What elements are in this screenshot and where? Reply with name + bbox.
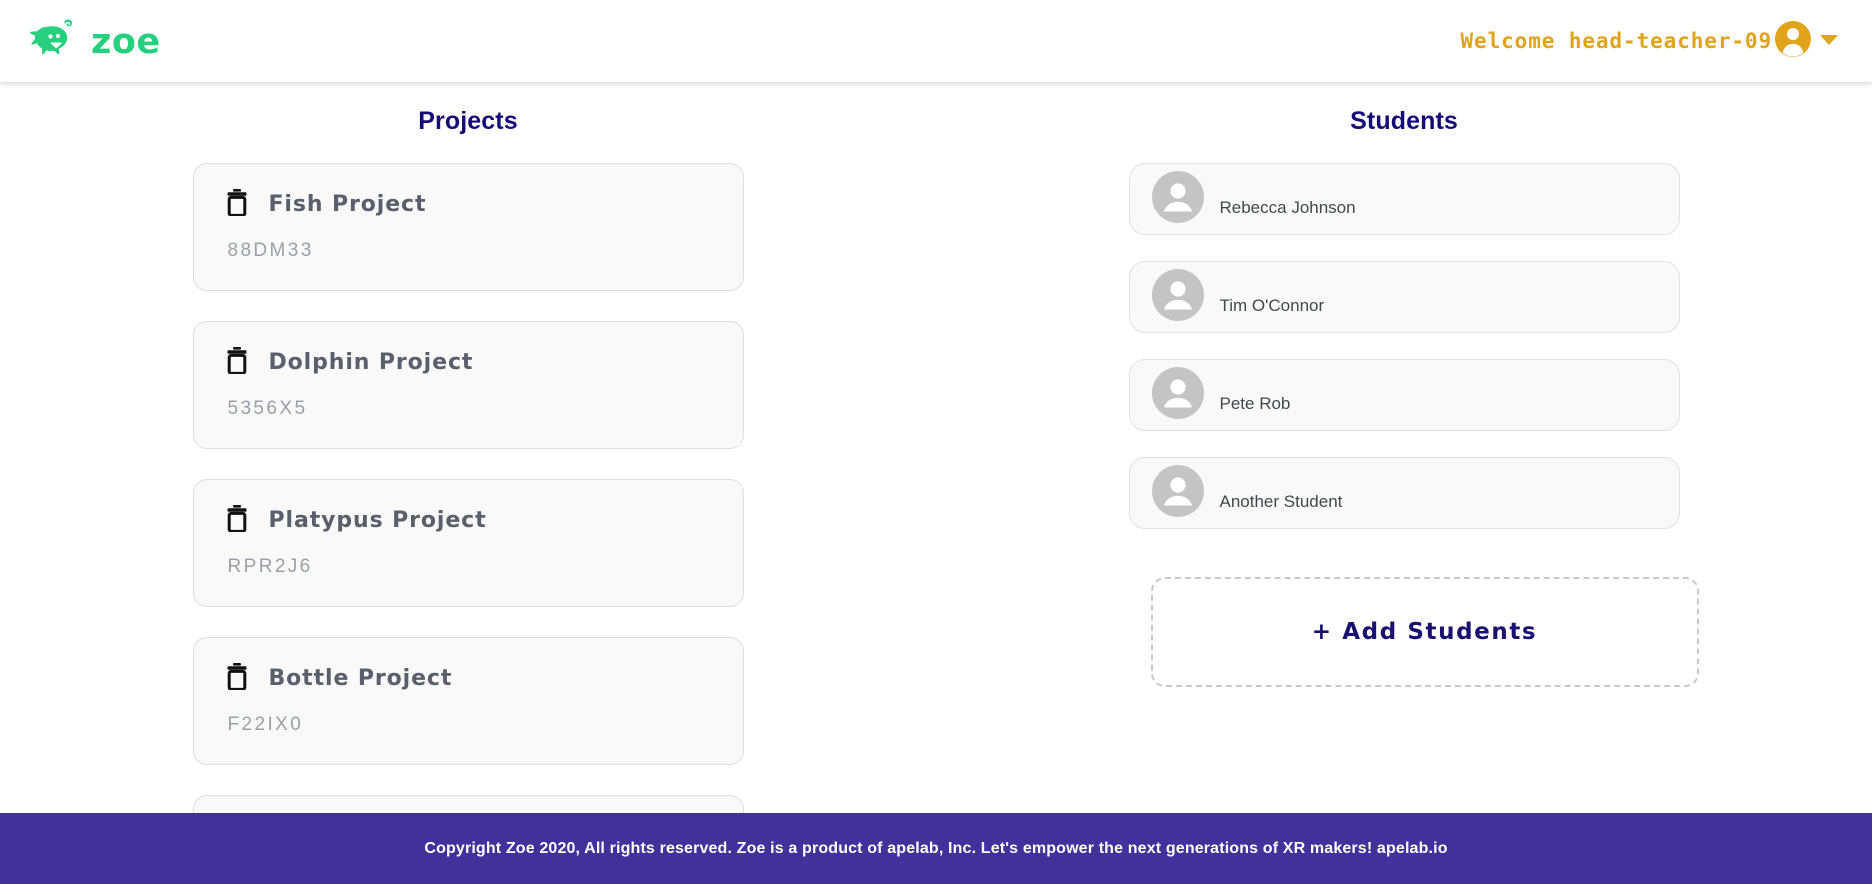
student-name: Another Student xyxy=(1219,492,1343,511)
project-code: RPR2J6 xyxy=(227,556,313,577)
project-card[interactable]: Bottle Project F22IX0 xyxy=(192,637,744,765)
project-header-row: Fish Project xyxy=(226,189,743,221)
app-header: zoe Welcome head-teacher-09 xyxy=(0,0,1872,83)
student-card[interactable]: Rebecca Johnson xyxy=(1128,163,1680,235)
user-avatar-icon xyxy=(1151,170,1204,228)
student-name: Pete Rob xyxy=(1219,394,1291,413)
students-column: Students Rebecca Johnson Tim O'Connor Pe… xyxy=(936,83,1872,813)
student-name: Rebecca Johnson xyxy=(1219,198,1356,217)
project-name: Bottle Project xyxy=(268,666,453,691)
project-card[interactable]: Fish Project 88DM33 xyxy=(192,163,744,291)
main-content: Projects Fish Project 88DM33 Dolphin Pro… xyxy=(0,83,1872,813)
user-menu[interactable]: Welcome head-teacher-09 xyxy=(1461,20,1851,63)
project-name: Platypus Project xyxy=(268,508,487,533)
project-code: 5356X5 xyxy=(227,398,308,419)
brand-name: zoe xyxy=(91,21,161,62)
two-column-layout: Projects Fish Project 88DM33 Dolphin Pro… xyxy=(0,83,1872,813)
trash-icon[interactable] xyxy=(226,663,248,695)
zoe-pig-logo-icon xyxy=(26,17,82,66)
projects-column: Projects Fish Project 88DM33 Dolphin Pro… xyxy=(0,83,936,813)
project-card[interactable]: Dolphin Project 5356X5 xyxy=(192,321,744,449)
project-name: Dolphin Project xyxy=(268,350,474,375)
project-header-row: Platypus Project xyxy=(226,505,743,537)
project-card[interactable]: Platypus Project RPR2J6 xyxy=(192,479,744,607)
footer-copyright-text: Copyright Zoe 2020, All rights reserved.… xyxy=(424,839,1448,857)
page-footer: Copyright Zoe 2020, All rights reserved.… xyxy=(0,813,1872,884)
trash-icon[interactable] xyxy=(226,347,248,379)
user-avatar-icon xyxy=(1151,464,1204,522)
welcome-message: Welcome head-teacher-09 xyxy=(1460,29,1772,53)
project-name: Fish Project xyxy=(268,192,427,217)
project-header-row: Dolphin Project xyxy=(226,347,743,379)
project-header-row: Bottle Project xyxy=(226,663,743,695)
user-circle-icon[interactable] xyxy=(1774,20,1812,63)
projects-list: Fish Project 88DM33 Dolphin Project 5356… xyxy=(192,163,744,813)
students-list: Rebecca Johnson Tim O'Connor Pete Rob An… xyxy=(1128,163,1699,687)
trash-icon[interactable] xyxy=(226,189,248,221)
student-card[interactable]: Pete Rob xyxy=(1128,359,1680,431)
student-card[interactable]: Tim O'Connor xyxy=(1128,261,1680,333)
chevron-down-icon[interactable] xyxy=(1816,29,1842,54)
trash-icon[interactable] xyxy=(226,505,248,537)
project-code: F22IX0 xyxy=(227,714,304,735)
project-card-partial[interactable] xyxy=(192,795,744,813)
student-name: Tim O'Connor xyxy=(1219,296,1325,315)
user-avatar-icon xyxy=(1151,366,1204,424)
project-code: 88DM33 xyxy=(227,240,314,261)
projects-heading: Projects xyxy=(418,107,518,135)
students-heading: Students xyxy=(1350,107,1458,135)
user-avatar-icon xyxy=(1151,268,1204,326)
add-students-button[interactable]: + Add Students xyxy=(1150,577,1699,687)
student-card[interactable]: Another Student xyxy=(1128,457,1680,529)
brand-logo-link[interactable]: zoe xyxy=(26,17,161,66)
